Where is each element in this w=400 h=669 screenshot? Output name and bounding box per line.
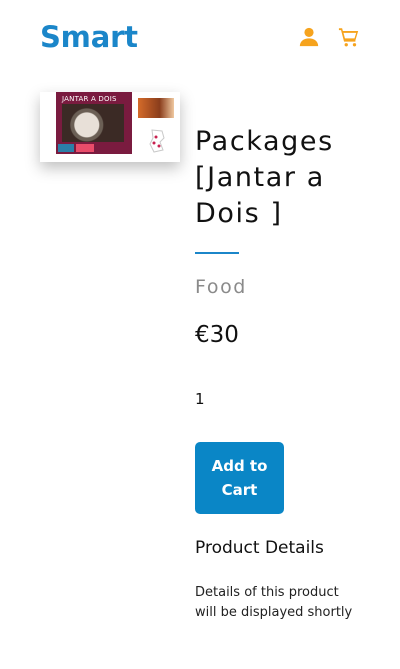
product-category: Food <box>195 276 247 298</box>
map-icon <box>144 128 170 154</box>
product-title: Packages [Jantar a Dois ] <box>195 126 334 229</box>
product-page: Smart JANTAR A DOIS Packages [Jantar a D… <box>0 0 400 669</box>
title-divider <box>195 252 239 254</box>
gift-box-label: JANTAR A DOIS <box>62 95 117 103</box>
product-image[interactable]: JANTAR A DOIS <box>40 92 180 162</box>
quantity-field[interactable]: 1 <box>195 390 255 408</box>
cart-icon[interactable] <box>338 26 360 48</box>
header-actions <box>298 26 360 48</box>
product-details-heading: Product Details <box>195 538 324 558</box>
gift-box-thumbnail <box>138 98 174 118</box>
product-price: €30 <box>195 322 239 348</box>
gift-box-badge <box>58 144 74 152</box>
product-info: Packages [Jantar a Dois ] Food €30 1 Add… <box>195 124 380 623</box>
product-details-text: Details of this product will be displaye… <box>195 585 353 620</box>
user-icon[interactable] <box>298 26 320 48</box>
add-to-cart-button[interactable]: Add to Cart <box>195 442 284 514</box>
brand-logo[interactable]: Smart <box>40 20 138 54</box>
gift-box-price-tag <box>76 144 94 152</box>
plate-image <box>62 104 124 142</box>
gift-box-photo: JANTAR A DOIS <box>56 92 132 154</box>
